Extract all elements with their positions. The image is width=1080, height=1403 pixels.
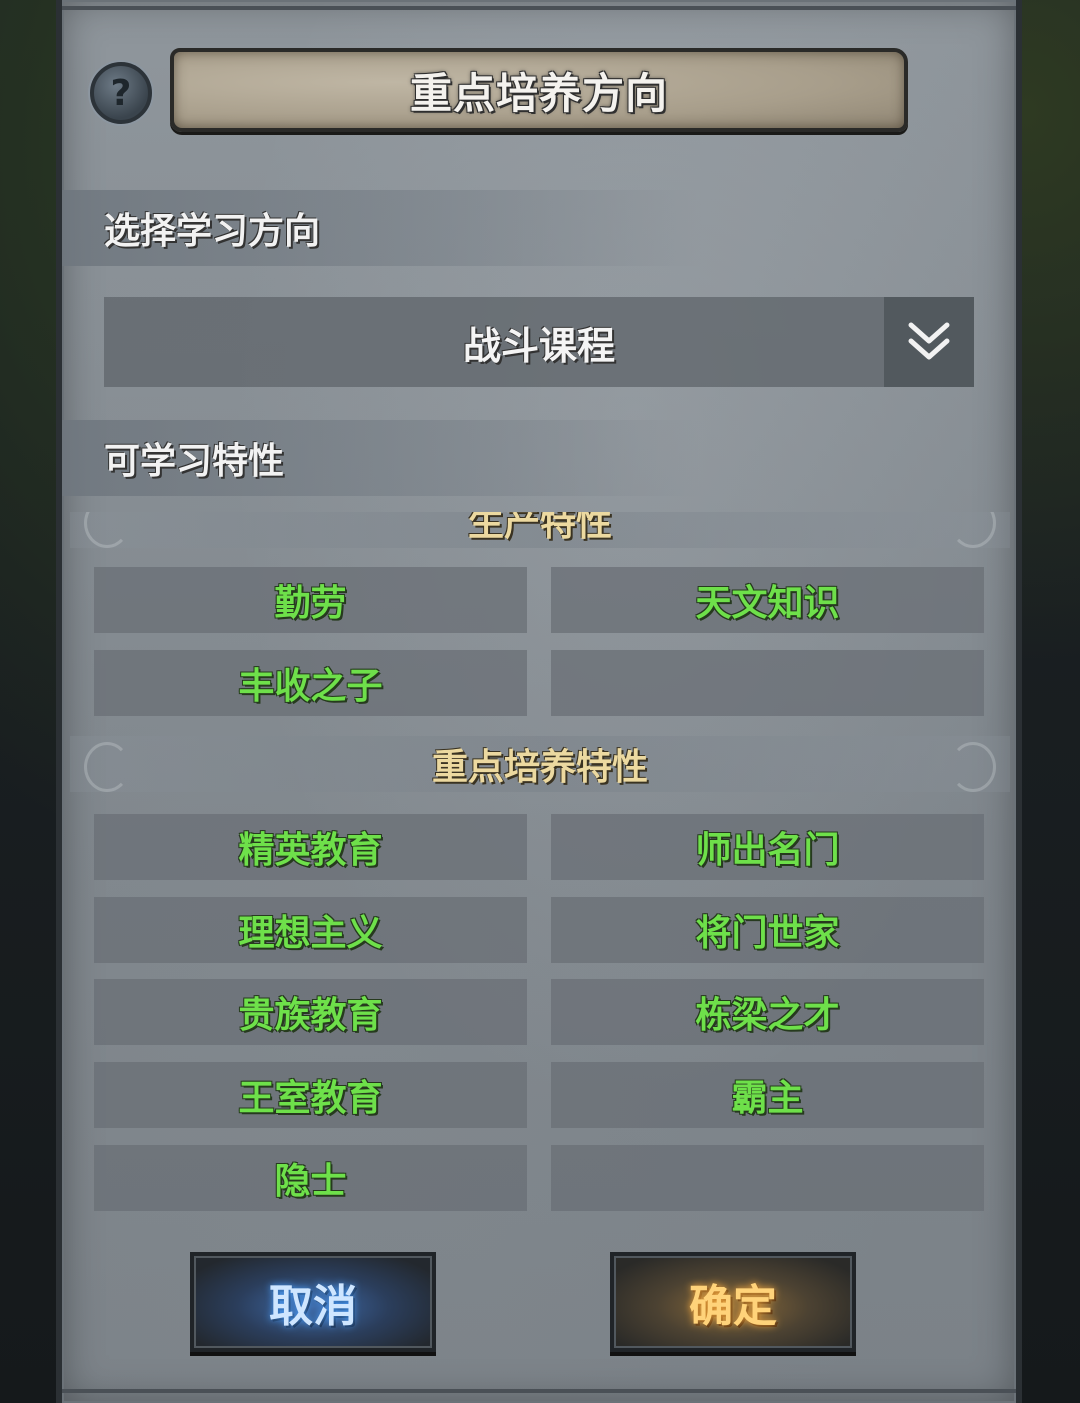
direction-section-banner: 选择学习方向 <box>62 190 702 266</box>
trait-cell[interactable]: 师出名门 <box>551 814 984 880</box>
trait-label: 丰收之子 <box>238 666 383 707</box>
cancel-button-label: 取消 <box>269 1281 357 1332</box>
group-header-production: 生产特性 <box>70 512 1010 548</box>
group-header-label: 生产特性 <box>467 512 612 544</box>
trait-cell[interactable]: 丰收之子 <box>94 650 527 716</box>
trait-label: 师出名门 <box>695 830 840 871</box>
trait-label: 天文知识 <box>695 583 840 624</box>
dropdown-toggle[interactable] <box>884 297 974 387</box>
trait-label: 勤劳 <box>274 583 347 624</box>
double-chevron-down-icon <box>908 322 950 360</box>
trait-label: 贵族教育 <box>238 995 383 1036</box>
trait-cell[interactable]: 贵族教育 <box>94 979 527 1045</box>
ornament-left-icon <box>84 512 130 548</box>
confirm-button[interactable]: 确定 <box>610 1252 856 1352</box>
cancel-button[interactable]: 取消 <box>190 1252 436 1352</box>
trait-cell[interactable]: 精英教育 <box>94 814 527 880</box>
trait-cell[interactable]: 将门世家 <box>551 897 984 963</box>
trait-label: 栋梁之才 <box>695 995 840 1036</box>
trait-label: 王室教育 <box>238 1078 383 1119</box>
trait-cell[interactable]: 隐士 <box>94 1145 527 1211</box>
direction-section-label: 选择学习方向 <box>104 211 321 252</box>
trait-cell-empty <box>551 650 984 716</box>
trait-cell[interactable]: 勤劳 <box>94 567 527 633</box>
trait-cell[interactable]: 栋梁之才 <box>551 979 984 1045</box>
trait-cell[interactable]: 理想主义 <box>94 897 527 963</box>
traits-section-banner: 可学习特性 <box>62 420 702 496</box>
trait-cell[interactable]: 霸主 <box>551 1062 984 1128</box>
trait-label: 理想主义 <box>238 913 383 954</box>
trait-label: 精英教育 <box>238 830 383 871</box>
help-button[interactable]: ? <box>90 62 152 124</box>
question-mark-icon: ? <box>110 72 132 114</box>
ornament-right-icon <box>950 512 996 548</box>
traits-scroll-list[interactable]: 生产特性 勤劳 天文知识 丰收之子 重点培养特性 精英教育 师出名门 理想主义 … <box>70 512 1010 1232</box>
group-header-focus: 重点培养特性 <box>70 736 1010 792</box>
confirm-button-label: 确定 <box>689 1281 777 1332</box>
trait-label: 隐士 <box>274 1161 347 1202</box>
ornament-right-icon <box>950 742 996 792</box>
trait-label: 霸主 <box>731 1078 804 1119</box>
ornament-left-icon <box>84 742 130 792</box>
panel-bottom-border <box>62 1389 1016 1393</box>
direction-dropdown-value: 战斗课程 <box>462 323 615 368</box>
trait-cell[interactable]: 天文知识 <box>551 567 984 633</box>
group-header-label: 重点培养特性 <box>431 747 648 788</box>
panel-top-border <box>62 6 1016 10</box>
traits-section-label: 可学习特性 <box>104 441 285 482</box>
dialog-title: 重点培养方向 <box>409 68 668 118</box>
trait-label: 将门世家 <box>695 913 840 954</box>
title-plate: 重点培养方向 <box>170 48 908 132</box>
trait-cell[interactable]: 王室教育 <box>94 1062 527 1128</box>
direction-dropdown[interactable]: 战斗课程 <box>104 297 974 387</box>
trait-cell-empty <box>551 1145 984 1211</box>
